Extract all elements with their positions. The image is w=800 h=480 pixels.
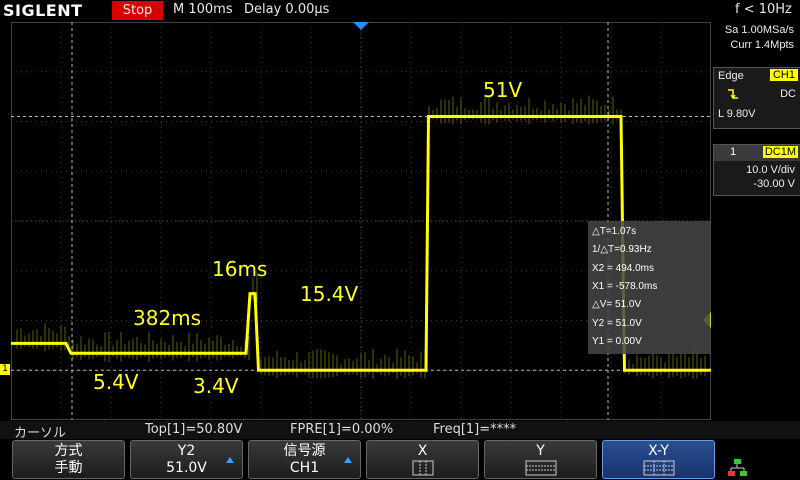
annotation-5v: 5.4V [93,370,139,394]
softkey-x-label: X [417,443,428,459]
timebase-readout[interactable]: M 100ms [173,2,233,17]
y-cursor-icon [525,460,557,476]
softkey-xy[interactable]: X-Y [602,440,715,479]
annotation-51v: 51V [483,78,523,102]
delta-v-value: △V= 51.0V [592,299,642,310]
softkey-y-label: Y [536,443,545,459]
fpre-measurement: FPRE[1]=0.00% [290,422,394,437]
annotation-382ms: 382ms [133,306,202,330]
freq-measurement: Freq[1]=**** [433,422,517,437]
brand-logo: SIGLENT [3,1,83,20]
trigger-type: Edge [718,70,744,82]
channel1-ground-marker: 1 [0,364,10,375]
trigger-panel[interactable]: Edge CH1 DC L 9.80V [713,67,800,129]
softkey-y[interactable]: Y [484,440,597,479]
softkey-source[interactable]: 信号源 CH1 [248,440,361,479]
softkey-mode-value: 手動 [54,460,83,476]
adjust-knob-icon [226,457,234,463]
top-bar: SIGLENT Stop M 100ms Delay 0.00μs f < 10… [0,0,800,22]
xy-cursor-icon [643,460,675,476]
y2-value: Y2 = 51.0V [592,318,642,329]
annotation-15v: 15.4V [300,282,359,306]
softkey-y2[interactable]: Y2 51.0V [130,440,243,479]
x1-value: X1 = -578.0ms [592,281,658,292]
annotation-16ms: 16ms [212,257,268,281]
y1-value: Y1 = 0.00V [592,336,642,347]
trigger-source: CH1 [769,69,798,81]
x2-value: X2 = 494.0ms [592,263,654,274]
delay-readout[interactable]: Delay 0.00μs [244,2,329,17]
memory-depth: Curr 1.4Mpts [730,39,794,51]
sample-rate: Sa 1.00MSa/s [724,24,794,36]
trigger-coupling: DC [780,88,796,100]
vertical-offset: -30.00 V [753,178,795,190]
x-cursor-icon [412,460,434,476]
softkey-xy-label: X-Y [648,443,669,459]
channel-coupling: DC1M [762,146,798,158]
trigger-level: L 9.80V [718,108,756,120]
network-icon [728,459,747,476]
vertical-scale: 10.0 V/div [746,164,795,176]
delta-t-value: △T=1.07s [592,226,637,237]
annotation-3v: 3.4V [193,374,239,398]
softkey-x[interactable]: X [366,440,479,479]
status-bar: カーソル Top[1]=50.80V FPRE[1]=0.00% Freq[1]… [0,421,800,441]
cursor-measurement-panel: △T=1.07s 1/△T=0.93Hz X2 = 494.0ms X1 = -… [588,221,710,354]
top-measurement: Top[1]=50.80V [145,422,243,437]
frequency-counter: f < 10Hz [735,2,792,17]
menu-title: カーソル [14,426,67,441]
trigger-position-marker [353,22,369,30]
falling-edge-icon [726,86,740,100]
softkey-mode[interactable]: 方式 手動 [12,440,125,479]
inverse-delta-t-value: 1/△T=0.93Hz [592,244,652,255]
run-stop-indicator[interactable]: Stop [112,1,163,20]
channel-number: 1 [730,146,737,158]
channel1-panel[interactable]: 1 DC1M 10.0 V/div -30.00 V [713,144,800,196]
softkey-mode-label: 方式 [54,443,83,459]
adjust-knob-icon [344,457,352,463]
